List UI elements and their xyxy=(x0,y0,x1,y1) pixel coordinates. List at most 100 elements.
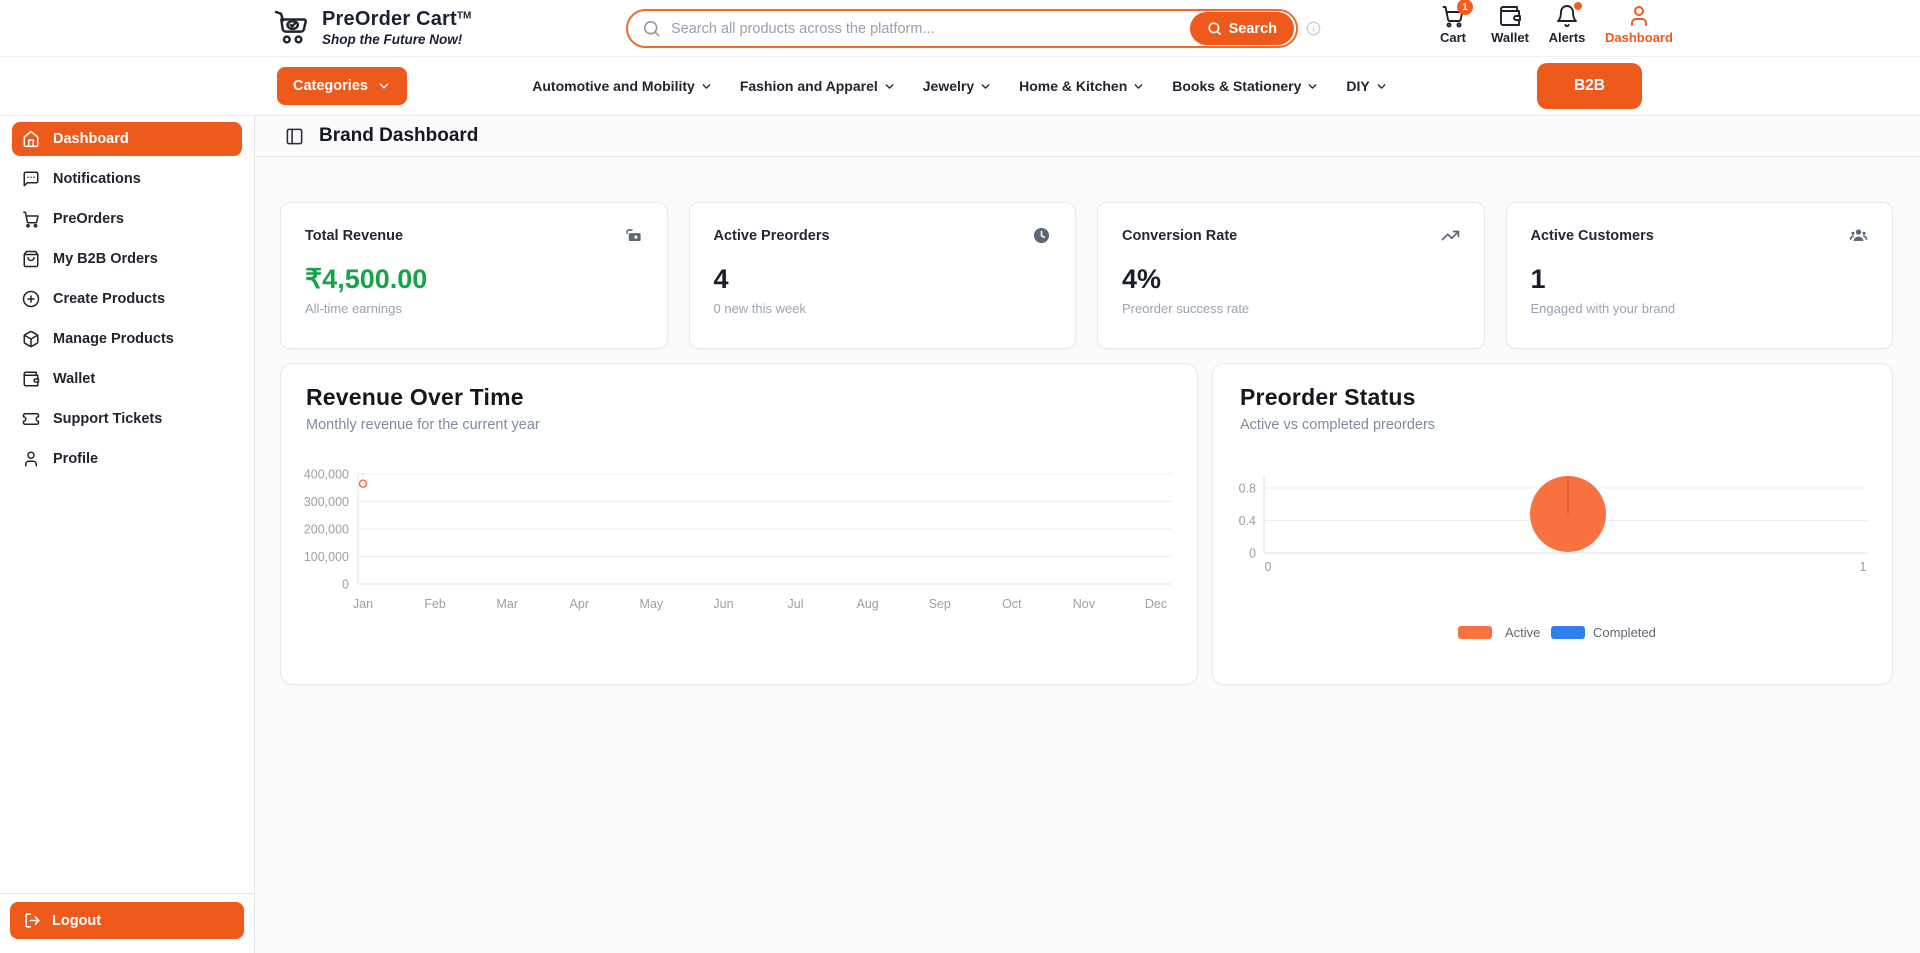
cart-logo-icon xyxy=(270,7,312,47)
stat-card-conversion-rate: Conversion Rate4%Preorder success rate xyxy=(1097,202,1485,349)
search-button-label: Search xyxy=(1229,21,1277,37)
nav-link-label: Fashion and Apparel xyxy=(740,78,878,94)
svg-text:Mar: Mar xyxy=(496,597,518,611)
banknote-icon xyxy=(624,226,643,245)
chevron-down-icon xyxy=(1132,80,1145,93)
brand-tm: TM xyxy=(457,10,471,21)
sidebar-item-manage-products[interactable]: Manage Products xyxy=(12,322,242,356)
cart-icon: 1 xyxy=(1441,4,1465,28)
sidebar-item-preorders[interactable]: PreOrders xyxy=(12,202,242,236)
nav-link-label: DIY xyxy=(1346,78,1369,94)
preorder-chart-card: Preorder Status Active vs completed preo… xyxy=(1212,363,1893,685)
svg-text:Aug: Aug xyxy=(857,597,879,611)
sidebar-item-profile[interactable]: Profile xyxy=(12,442,242,476)
main-content: Brand Dashboard Total Revenue₹4,500.00Al… xyxy=(255,116,1920,953)
svg-text:Active: Active xyxy=(1505,625,1540,640)
header-action-alerts[interactable]: Alerts xyxy=(1548,4,1586,45)
header-action-cart[interactable]: 1 Cart xyxy=(1434,4,1472,45)
ticket-icon xyxy=(22,410,40,428)
plus-circle-icon xyxy=(22,290,40,308)
nav-link-label: Home & Kitchen xyxy=(1019,78,1127,94)
svg-text:0: 0 xyxy=(342,578,349,592)
svg-text:May: May xyxy=(640,597,664,611)
stat-card-header: Conversion Rate xyxy=(1122,226,1460,245)
svg-text:Jan: Jan xyxy=(353,597,373,611)
svg-text:1: 1 xyxy=(1860,560,1867,574)
stat-subtitle: Engaged with your brand xyxy=(1531,301,1869,316)
nav-fashion-and-apparel[interactable]: Fashion and Apparel xyxy=(740,78,896,94)
stat-value: ₹4,500.00 xyxy=(305,264,643,295)
revenue-chart-card: Revenue Over Time Monthly revenue for th… xyxy=(280,363,1198,685)
sidebar-bottom: Logout xyxy=(0,893,254,953)
svg-text:Jun: Jun xyxy=(713,597,733,611)
stat-card-header: Active Customers xyxy=(1531,226,1869,245)
chevron-down-icon xyxy=(377,79,391,93)
stat-card-header: Active Preorders xyxy=(714,226,1052,245)
sidebar-item-label: Notifications xyxy=(53,171,141,187)
users-icon xyxy=(1849,226,1868,245)
svg-text:Oct: Oct xyxy=(1002,597,1022,611)
categories-button[interactable]: Categories xyxy=(277,67,407,105)
sidebar-item-dashboard[interactable]: Dashboard xyxy=(12,122,242,156)
search-button-icon xyxy=(1207,21,1222,36)
cart-badge: 1 xyxy=(1457,0,1473,15)
stat-title: Conversion Rate xyxy=(1122,228,1237,244)
b2b-button[interactable]: B2B xyxy=(1537,63,1642,109)
sidebar-item-create-products[interactable]: Create Products xyxy=(12,282,242,316)
header-action-wallet[interactable]: Wallet xyxy=(1491,4,1529,45)
svg-text:0: 0 xyxy=(1265,560,1272,574)
sidebar-item-notifications[interactable]: Notifications xyxy=(12,162,242,196)
nav-diy[interactable]: DIY xyxy=(1346,78,1387,94)
sidebar-item-label: My B2B Orders xyxy=(53,251,158,267)
search-input[interactable] xyxy=(661,21,1190,37)
nav-home-kitchen[interactable]: Home & Kitchen xyxy=(1019,78,1145,94)
chevron-down-icon xyxy=(700,80,713,93)
stat-title: Active Customers xyxy=(1531,228,1654,244)
svg-text:Apr: Apr xyxy=(570,597,589,611)
header-action-label: Cart xyxy=(1440,30,1466,45)
stat-subtitle: Preorder success rate xyxy=(1122,301,1460,316)
nav-link-label: Jewelry xyxy=(923,78,974,94)
nav-books-stationery[interactable]: Books & Stationery xyxy=(1172,78,1319,94)
charts-row: Revenue Over Time Monthly revenue for th… xyxy=(280,363,1893,685)
categories-button-label: Categories xyxy=(293,78,368,94)
svg-text:Feb: Feb xyxy=(424,597,446,611)
panel-toggle-icon[interactable] xyxy=(285,127,304,146)
preorder-pie-chart: 00.40.801ActiveCompleted xyxy=(1213,459,1898,709)
wallet-icon xyxy=(1498,4,1522,28)
top-header: PreOrder CartTM Shop the Future Now! Sea… xyxy=(0,0,1920,57)
header-actions: 1 Cart Wallet Alerts Dashboard xyxy=(1434,4,1673,45)
nav-automotive-and-mobility[interactable]: Automotive and Mobility xyxy=(532,78,713,94)
sidebar-item-wallet[interactable]: Wallet xyxy=(12,362,242,396)
header-action-dashboard[interactable]: Dashboard xyxy=(1605,4,1673,45)
sidebar-item-label: Manage Products xyxy=(53,331,174,347)
header-action-label: Wallet xyxy=(1491,30,1529,45)
svg-text:0.8: 0.8 xyxy=(1239,482,1256,496)
search-button[interactable]: Search xyxy=(1190,12,1294,45)
trending-up-icon xyxy=(1441,226,1460,245)
preorder-chart-title: Preorder Status xyxy=(1240,384,1892,411)
bell-icon xyxy=(1555,4,1579,28)
brand-tagline: Shop the Future Now! xyxy=(322,32,471,47)
stat-card-active-customers: Active Customers1Engaged with your brand xyxy=(1506,202,1894,349)
svg-text:Jul: Jul xyxy=(788,597,804,611)
stat-subtitle: All-time earnings xyxy=(305,301,643,316)
svg-text:Dec: Dec xyxy=(1145,597,1167,611)
category-nav: Categories Automotive and Mobility Fashio… xyxy=(0,57,1920,116)
chevron-down-icon xyxy=(1375,80,1388,93)
stat-value: 4 xyxy=(714,264,1052,295)
stat-card-active-preorders: Active Preorders40 new this week xyxy=(689,202,1077,349)
info-icon[interactable] xyxy=(1306,21,1321,36)
sidebar-item-my-b2b-orders[interactable]: My B2B Orders xyxy=(12,242,242,276)
nav-jewelry[interactable]: Jewelry xyxy=(923,78,992,94)
svg-text:Completed: Completed xyxy=(1593,625,1656,640)
package-icon xyxy=(22,330,40,348)
bag-icon xyxy=(22,250,40,268)
search-icon xyxy=(642,19,661,38)
sidebar-item-support-tickets[interactable]: Support Tickets xyxy=(12,402,242,436)
sidebar-item-label: Wallet xyxy=(53,371,95,387)
sidebar: Dashboard Notifications PreOrders My B2B Or… xyxy=(0,116,255,953)
logout-button[interactable]: Logout xyxy=(10,902,244,939)
clock-icon xyxy=(1032,226,1051,245)
brand-logo[interactable]: PreOrder CartTM Shop the Future Now! xyxy=(270,7,471,47)
